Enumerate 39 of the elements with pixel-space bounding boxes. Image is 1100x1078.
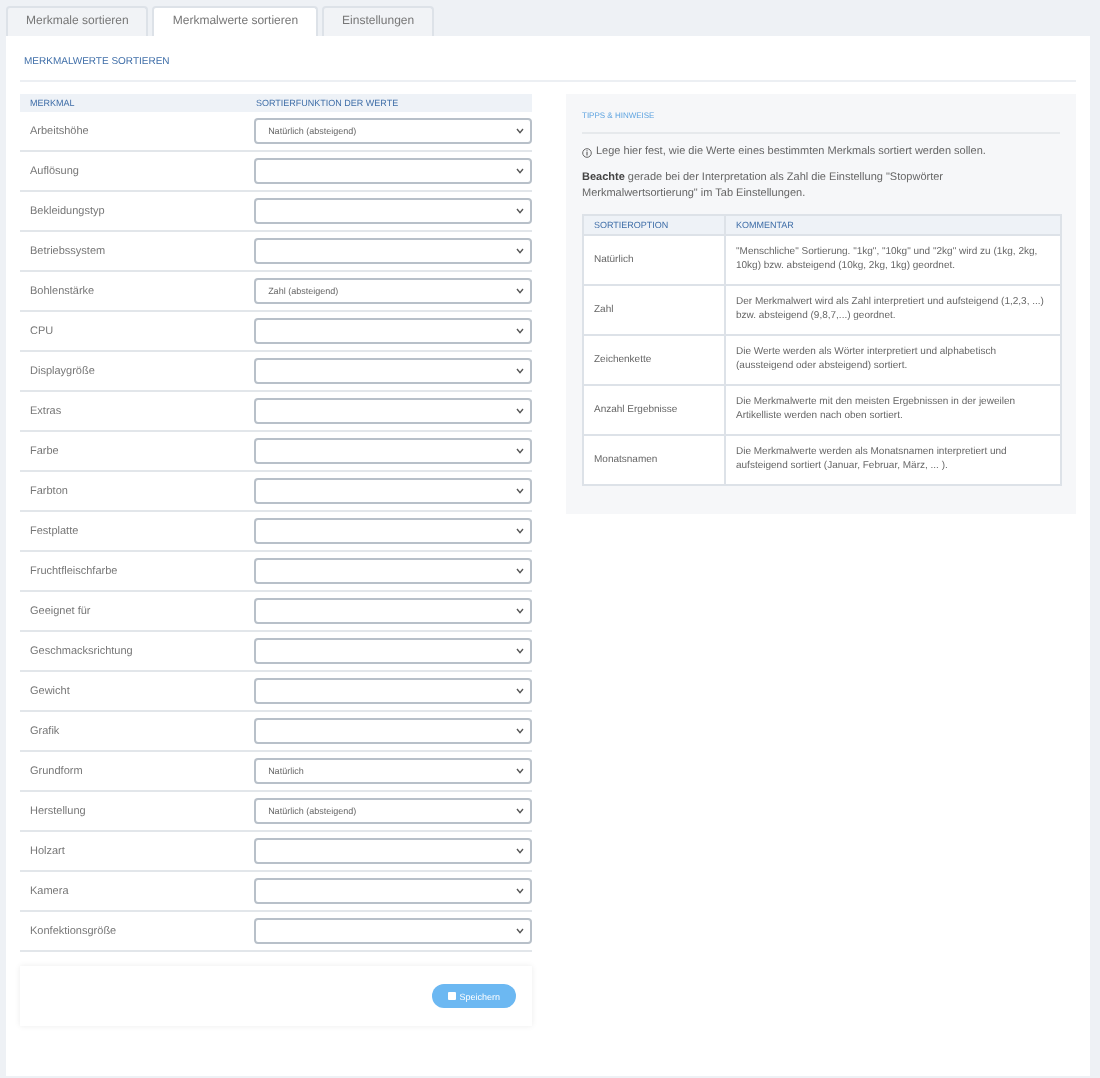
chevron-down-icon xyxy=(516,768,524,774)
chevron-down-icon xyxy=(516,728,524,734)
chevron-down-icon xyxy=(516,848,524,854)
sort-select[interactable] xyxy=(254,718,532,744)
chevron-down-icon xyxy=(516,128,524,134)
chevron-down-icon xyxy=(516,568,524,574)
sort-select[interactable] xyxy=(254,158,532,184)
chevron-down-icon xyxy=(516,208,524,214)
sort-select[interactable] xyxy=(254,598,532,624)
chevron-down-icon xyxy=(516,608,524,614)
chevron-down-icon xyxy=(516,928,524,934)
sort-select[interactable] xyxy=(254,518,532,544)
chevron-down-icon xyxy=(516,368,524,374)
chevron-down-icon xyxy=(516,448,524,454)
sort-select[interactable] xyxy=(254,678,532,704)
chevron-down-icon xyxy=(516,248,524,254)
chevron-down-icon xyxy=(516,888,524,894)
chevron-down-icon xyxy=(516,808,524,814)
chevron-down-icon xyxy=(516,648,524,654)
sort-select[interactable] xyxy=(254,318,532,344)
chevron-down-icon xyxy=(516,488,524,494)
chevron-down-icon xyxy=(516,528,524,534)
chevron-down-icon xyxy=(516,288,524,294)
sort-select[interactable] xyxy=(254,478,532,504)
sort-select[interactable] xyxy=(254,238,532,264)
chevron-down-icon xyxy=(516,328,524,334)
sort-select[interactable] xyxy=(254,198,532,224)
chevron-down-icon xyxy=(516,408,524,414)
sort-select[interactable] xyxy=(254,438,532,464)
sort-select[interactable] xyxy=(254,638,532,664)
sort-select[interactable] xyxy=(254,398,532,424)
sort-select[interactable] xyxy=(254,878,532,904)
sort-select[interactable] xyxy=(254,838,532,864)
sort-select[interactable] xyxy=(254,558,532,584)
chevron-down-icon xyxy=(516,168,524,174)
sort-select[interactable] xyxy=(254,918,532,944)
sort-select[interactable] xyxy=(254,358,532,384)
info-icon xyxy=(582,147,592,157)
chevron-down-icon xyxy=(516,688,524,694)
